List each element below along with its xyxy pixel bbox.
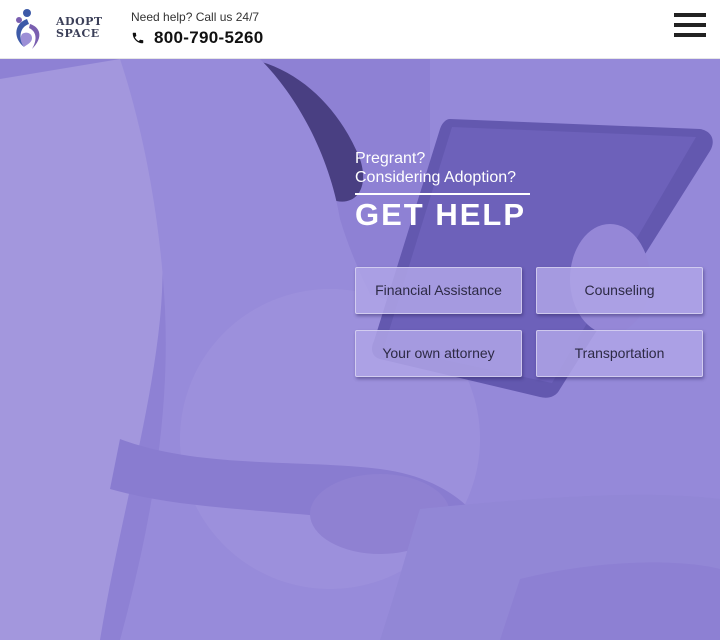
logo-line-2: SPACE: [56, 27, 100, 40]
phone-row[interactable]: 800-790-5260: [131, 28, 263, 48]
hero-pre-title: Pregrant? Considering Adoption?: [355, 149, 705, 187]
hero-pre-title-line-1: Pregrant?: [355, 150, 426, 167]
financial-assistance-button[interactable]: Financial Assistance: [355, 267, 522, 314]
transportation-button[interactable]: Transportation: [536, 330, 703, 377]
counseling-button[interactable]: Counseling: [536, 267, 703, 314]
page: ADOPT SPACE Need help? Call us 24/7 800-…: [0, 0, 720, 640]
help-text: Need help? Call us 24/7: [131, 10, 260, 24]
your-own-attorney-button[interactable]: Your own attorney: [355, 330, 522, 377]
logo-mark-icon: [16, 9, 40, 49]
hero-content: Pregrant? Considering Adoption? GET HELP: [355, 149, 705, 233]
logo[interactable]: ADOPT SPACE: [10, 7, 110, 53]
hero-section: Pregrant? Considering Adoption? GET HELP…: [0, 59, 720, 640]
help-block: Need help? Call us 24/7 800-790-5260: [131, 10, 263, 48]
menu-bar: [674, 33, 706, 37]
menu-bar: [674, 13, 706, 17]
menu-bar: [674, 23, 706, 27]
title-divider: [355, 193, 530, 195]
phone-number[interactable]: 800-790-5260: [154, 28, 263, 48]
phone-icon: [132, 32, 144, 44]
hamburger-menu-icon[interactable]: [674, 13, 706, 39]
hero-title: GET HELP: [355, 197, 527, 232]
site-header: ADOPT SPACE Need help? Call us 24/7 800-…: [0, 0, 720, 59]
hero-pre-title-line-2: Considering Adoption?: [355, 169, 517, 186]
logo-text: ADOPT SPACE: [56, 16, 103, 40]
